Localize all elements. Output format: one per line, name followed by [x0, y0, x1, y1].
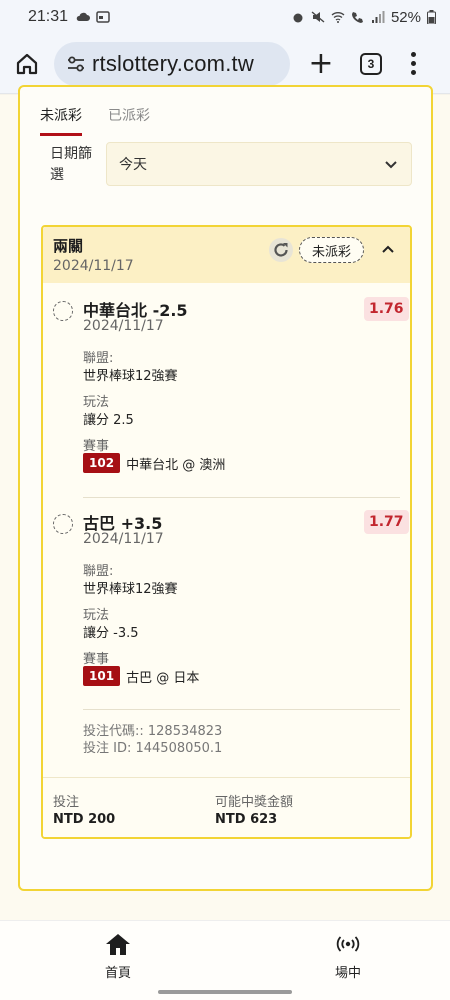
date-filter-select[interactable]: 今天	[106, 142, 412, 186]
odds-badge: 1.77	[364, 510, 409, 534]
call-icon	[351, 12, 363, 23]
bottom-navigation: 首頁 場中	[0, 920, 450, 1000]
stake-amount: NTD 200	[53, 812, 116, 827]
selection-radio[interactable]	[53, 514, 73, 534]
event-teams: 中華台北 @ 澳洲	[126, 457, 226, 473]
live-broadcast-icon	[334, 931, 362, 957]
stake-label: 投注	[53, 795, 80, 810]
page-content: 未派彩 已派彩 日期篩選 今天 兩關 2024/11/17 未派彩 中華台北 -…	[0, 85, 450, 920]
bet-id: 投注 ID: 144508050.1	[83, 741, 223, 756]
event-code-badge: 101	[83, 666, 121, 686]
payout-amount: NTD 623	[215, 812, 278, 827]
event-code-badge: 102	[83, 453, 121, 473]
league-label: 聯盟:	[83, 351, 114, 366]
nav-home[interactable]: 首頁	[78, 931, 158, 981]
battery-icon	[427, 10, 436, 24]
market-label: 玩法	[83, 608, 110, 623]
league-label: 聯盟:	[83, 564, 114, 579]
selection-divider	[83, 497, 400, 498]
bet-slip-header[interactable]: 兩關 2024/11/17 未派彩	[43, 227, 410, 283]
tab-unsettled[interactable]: 未派彩	[40, 105, 82, 136]
event-row: 101 古巴 @ 日本	[83, 666, 199, 686]
signal-icon	[371, 11, 385, 23]
event-label: 賽事	[83, 652, 110, 667]
date-filter-label: 日期篩選	[50, 146, 92, 183]
address-bar[interactable]: rtslottery.com.tw	[54, 41, 290, 86]
status-badge: 未派彩	[299, 237, 365, 263]
market-value: 讓分 -3.5	[83, 626, 139, 641]
event-label: 賽事	[83, 439, 110, 454]
chevron-up-icon[interactable]	[381, 242, 395, 256]
stake-block: 投注 NTD 200	[53, 794, 115, 828]
payout-label: 可能中獎金額	[215, 795, 294, 810]
bet-slip-footer: 投注 NTD 200 可能中獎金額 NTD 623	[43, 777, 410, 837]
codes-divider	[83, 709, 400, 710]
market-label: 玩法	[83, 395, 110, 410]
status-bar: 21:31 52%	[0, 0, 450, 34]
wifi-icon	[331, 12, 345, 23]
event-teams: 古巴 @ 日本	[126, 670, 200, 686]
event-row: 102 中華台北 @ 澳洲	[83, 453, 225, 473]
date-filter-value: 今天	[119, 157, 147, 173]
market-value: 讓分 2.5	[83, 413, 134, 428]
battery-level: 52%	[390, 8, 421, 26]
tab-switcher-button[interactable]: 3	[360, 52, 382, 75]
status-time: 21:31	[28, 8, 69, 25]
refresh-button[interactable]	[269, 238, 293, 262]
site-settings-icon[interactable]	[64, 52, 88, 76]
payout-block: 可能中獎金額 NTD 623	[215, 794, 293, 828]
more-menu-button[interactable]	[410, 52, 416, 75]
nav-home-label: 首頁	[104, 966, 131, 981]
refresh-icon	[274, 243, 288, 257]
calendar-icon	[96, 11, 110, 23]
bet-code: 投注代碼:: 128534823	[83, 724, 223, 739]
selection-date: 2024/11/17	[83, 318, 164, 334]
league-value: 世界棒球12強賽	[83, 582, 178, 597]
bet-records-panel: 未派彩 已派彩 日期篩選 今天 兩關 2024/11/17 未派彩 中華台北 -…	[18, 85, 433, 891]
tab-settled[interactable]: 已派彩	[108, 105, 150, 136]
league-value: 世界棒球12強賽	[83, 369, 178, 384]
nav-live-label: 場中	[334, 966, 361, 981]
url-text: rtslottery.com.tw	[92, 50, 254, 76]
selection-radio[interactable]	[53, 301, 73, 321]
selection-date: 2024/11/17	[83, 531, 164, 547]
home-icon	[104, 931, 132, 957]
cloud-icon	[76, 12, 91, 21]
payout-tabs: 未派彩 已派彩	[40, 105, 150, 136]
mute-icon	[311, 11, 325, 23]
alarm-icon	[293, 13, 303, 23]
home-outline-icon	[16, 53, 38, 74]
chevron-down-icon	[385, 161, 397, 169]
nav-live[interactable]: 場中	[308, 931, 388, 981]
odds-badge: 1.76	[364, 297, 409, 321]
home-button[interactable]	[10, 47, 44, 81]
bet-slip-card: 兩關 2024/11/17 未派彩 中華台北 -2.5 2024/11/17 1…	[41, 225, 412, 839]
bet-codes: 投注代碼:: 128534823 投注 ID: 144508050.1	[83, 723, 222, 757]
new-tab-button[interactable]: +	[306, 48, 336, 79]
gesture-bar	[158, 990, 292, 994]
